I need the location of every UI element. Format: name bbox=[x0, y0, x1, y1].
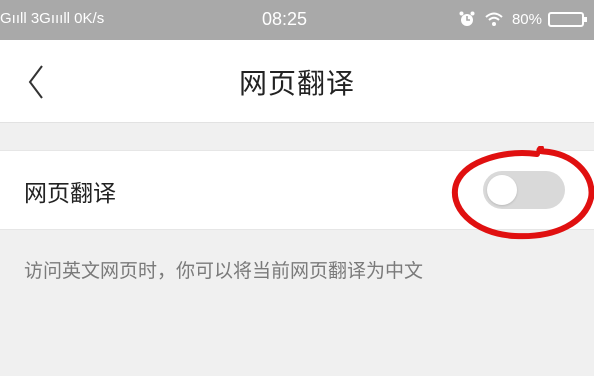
battery-percent: 80% bbox=[511, 10, 542, 28]
translate-toggle[interactable] bbox=[483, 171, 565, 209]
battery-icon bbox=[548, 11, 587, 27]
setting-row-web-translate[interactable]: 网页翻译 bbox=[0, 150, 594, 230]
wifi-icon bbox=[484, 11, 504, 27]
clock: 08:25 bbox=[262, 9, 308, 29]
status-bar: Gııll 3Gıııll 0K/s 08:25 80% bbox=[0, 0, 594, 40]
network-status: Gııll 3Gıııll 0K/s bbox=[0, 10, 105, 27]
page-title: 网页翻译 bbox=[238, 67, 355, 100]
status-right: 80% bbox=[458, 10, 587, 28]
setting-label: 网页翻译 bbox=[24, 181, 116, 207]
alarm-icon bbox=[458, 10, 476, 28]
description-text: 访问英文网页时，你可以将当前网页翻译为中文 bbox=[24, 260, 424, 282]
toggle-knob bbox=[487, 175, 517, 205]
header: 网页翻译 bbox=[0, 40, 594, 123]
